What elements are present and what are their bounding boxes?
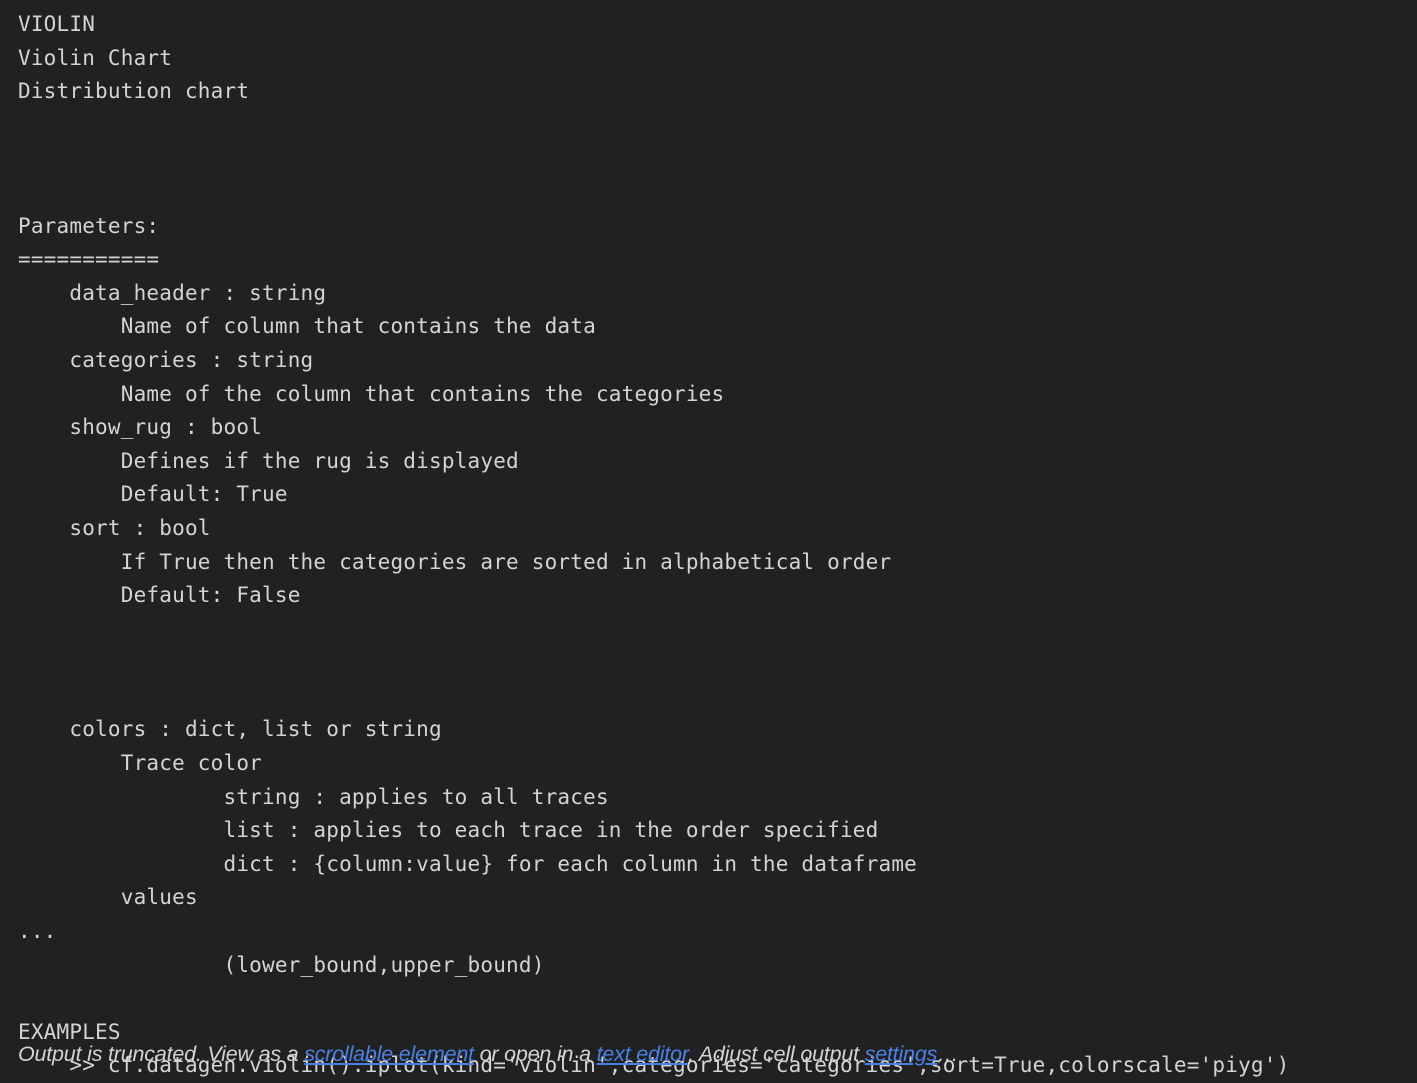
- docstring-line: data_header : string: [18, 280, 327, 305]
- docstring-blank-line: [18, 142, 1417, 176]
- docstring-line: categories : string: [18, 347, 314, 372]
- truncation-text-adjust: . Adjust cell output: [688, 1042, 865, 1066]
- cell-output-area: VIOLIN Violin Chart Distribution chart Par…: [0, 0, 1417, 1077]
- docstring-line: string : applies to all traces: [18, 784, 609, 809]
- docstring-blank-line: [18, 176, 1417, 210]
- docstring-output: VIOLIN Violin Chart Distribution chart Par…: [0, 0, 1417, 1083]
- docstring-line: Defines if the rug is displayed: [18, 448, 519, 473]
- docstring-line: Violin Chart: [18, 45, 173, 70]
- text-editor-link[interactable]: text editor: [597, 1042, 689, 1066]
- docstring-line: VIOLIN: [18, 12, 96, 36]
- truncation-text-middle: or open in a: [473, 1042, 597, 1066]
- docstring-line: colors : dict, list or string: [18, 717, 442, 742]
- docstring-line: Default: True: [18, 482, 288, 507]
- docstring-line: ===========: [18, 247, 160, 272]
- docstring-line: list : applies to each trace in the orde…: [18, 818, 879, 843]
- docstring-line: show_rug : bool: [18, 415, 263, 440]
- docstring-line: (lower_bound,upper_bound): [18, 952, 545, 977]
- docstring-line: Name of the column that contains the cat…: [18, 381, 725, 406]
- cell-output-settings-link[interactable]: settings: [865, 1042, 938, 1066]
- docstring-line: Name of column that contains the data: [18, 314, 596, 339]
- output-truncation-notice: Output is truncated. View as a scrollabl…: [18, 1039, 1407, 1069]
- docstring-line: Trace color: [18, 751, 263, 776]
- docstring-line: Distribution chart: [18, 79, 250, 104]
- truncation-text-ellipsis: …: [937, 1042, 959, 1066]
- truncation-text-intro: Output is truncated. View as a: [18, 1042, 305, 1066]
- docstring-line: Parameters:: [18, 213, 160, 238]
- docstring-blank-line: [18, 109, 1417, 143]
- docstring-blank-line: [18, 680, 1417, 714]
- docstring-line: sort : bool: [18, 515, 211, 540]
- docstring-blank-line: [18, 982, 1417, 1016]
- docstring-line: dict : {column:value} for each column in…: [18, 851, 918, 876]
- docstring-line: ...: [18, 919, 57, 944]
- docstring-line: If True then the categories are sorted i…: [18, 549, 892, 574]
- docstring-line: values: [18, 885, 198, 910]
- scrollable-element-link[interactable]: scrollable element: [304, 1042, 474, 1066]
- docstring-blank-line: [18, 613, 1417, 647]
- docstring-line: Default: False: [18, 583, 301, 608]
- docstring-blank-line: [18, 646, 1417, 680]
